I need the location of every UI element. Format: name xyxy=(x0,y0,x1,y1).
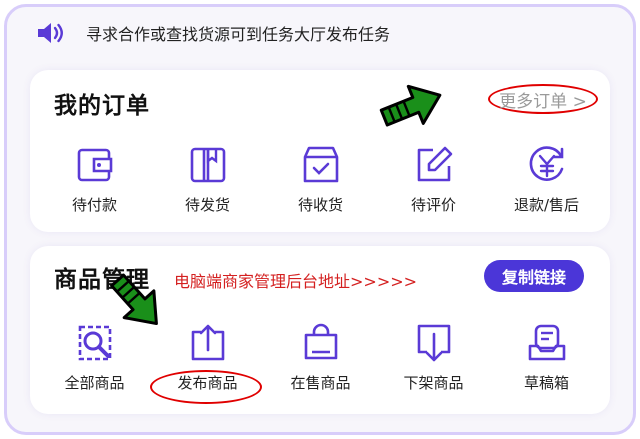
order-pending-review[interactable]: 待评价 xyxy=(377,144,490,215)
speaker-icon xyxy=(38,23,63,43)
goods-all-label: 全部商品 xyxy=(64,374,125,392)
copy-link-button[interactable]: 复制链接 xyxy=(484,260,584,292)
wallet-icon xyxy=(77,148,112,182)
download-icon xyxy=(417,324,450,362)
order-pending-receipt-label: 待收货 xyxy=(297,196,343,214)
notice-bar[interactable]: 寻求合作或查找货源可到任务大厅发布任务 xyxy=(36,18,390,48)
goods-on-sale-label: 在售商品 xyxy=(290,374,351,392)
refund-yen-icon xyxy=(529,146,563,181)
order-pending-payment-label: 待付款 xyxy=(71,196,117,214)
order-pending-shipment-label: 待发货 xyxy=(184,196,230,214)
copy-link-label: 复制链接 xyxy=(501,268,566,287)
box-check-icon xyxy=(303,146,338,183)
goods-drafts-label: 草稿箱 xyxy=(523,374,569,392)
order-refund-aftersale[interactable]: 退款/售后 xyxy=(490,144,603,215)
more-orders-link[interactable]: 更多订单 > xyxy=(488,84,598,114)
pc-backend-annotation: 电脑端商家管理后台地址>>>>> xyxy=(174,272,418,291)
notice-text: 寻求合作或查找货源可到任务大厅发布任务 xyxy=(86,25,391,44)
order-pending-receipt[interactable]: 待收货 xyxy=(264,144,377,215)
order-pending-shipment[interactable]: 待发货 xyxy=(151,144,264,215)
my-orders-title: 我的订单 xyxy=(54,93,150,119)
edit-icon xyxy=(417,146,452,182)
goods-on-sale[interactable]: 在售商品 xyxy=(264,322,377,393)
arrow-right-icon xyxy=(379,84,442,127)
more-orders-label: 更多订单 > xyxy=(499,91,587,112)
goods-off-shelf[interactable]: 下架商品 xyxy=(377,322,490,393)
my-orders-card: 我的订单 更多订单 > 待付款 待发货 待收货 待评价 退款/售后 xyxy=(30,70,610,232)
draft-box-icon xyxy=(528,324,565,361)
order-refund-aftersale-label: 退款/售后 xyxy=(513,196,580,214)
order-pending-review-label: 待评价 xyxy=(410,196,456,214)
goods-off-shelf-label: 下架商品 xyxy=(403,374,464,392)
shopping-bag-icon xyxy=(304,323,337,360)
order-pending-payment[interactable]: 待付款 xyxy=(38,144,151,215)
goods-drafts[interactable]: 草稿箱 xyxy=(490,322,603,393)
order-status-grid: 待付款 待发货 待收货 待评价 退款/售后 xyxy=(30,144,610,215)
book-icon xyxy=(190,147,225,183)
arrow-down-icon xyxy=(110,273,158,326)
upload-icon xyxy=(191,324,224,361)
publish-highlight-circle xyxy=(150,370,262,404)
